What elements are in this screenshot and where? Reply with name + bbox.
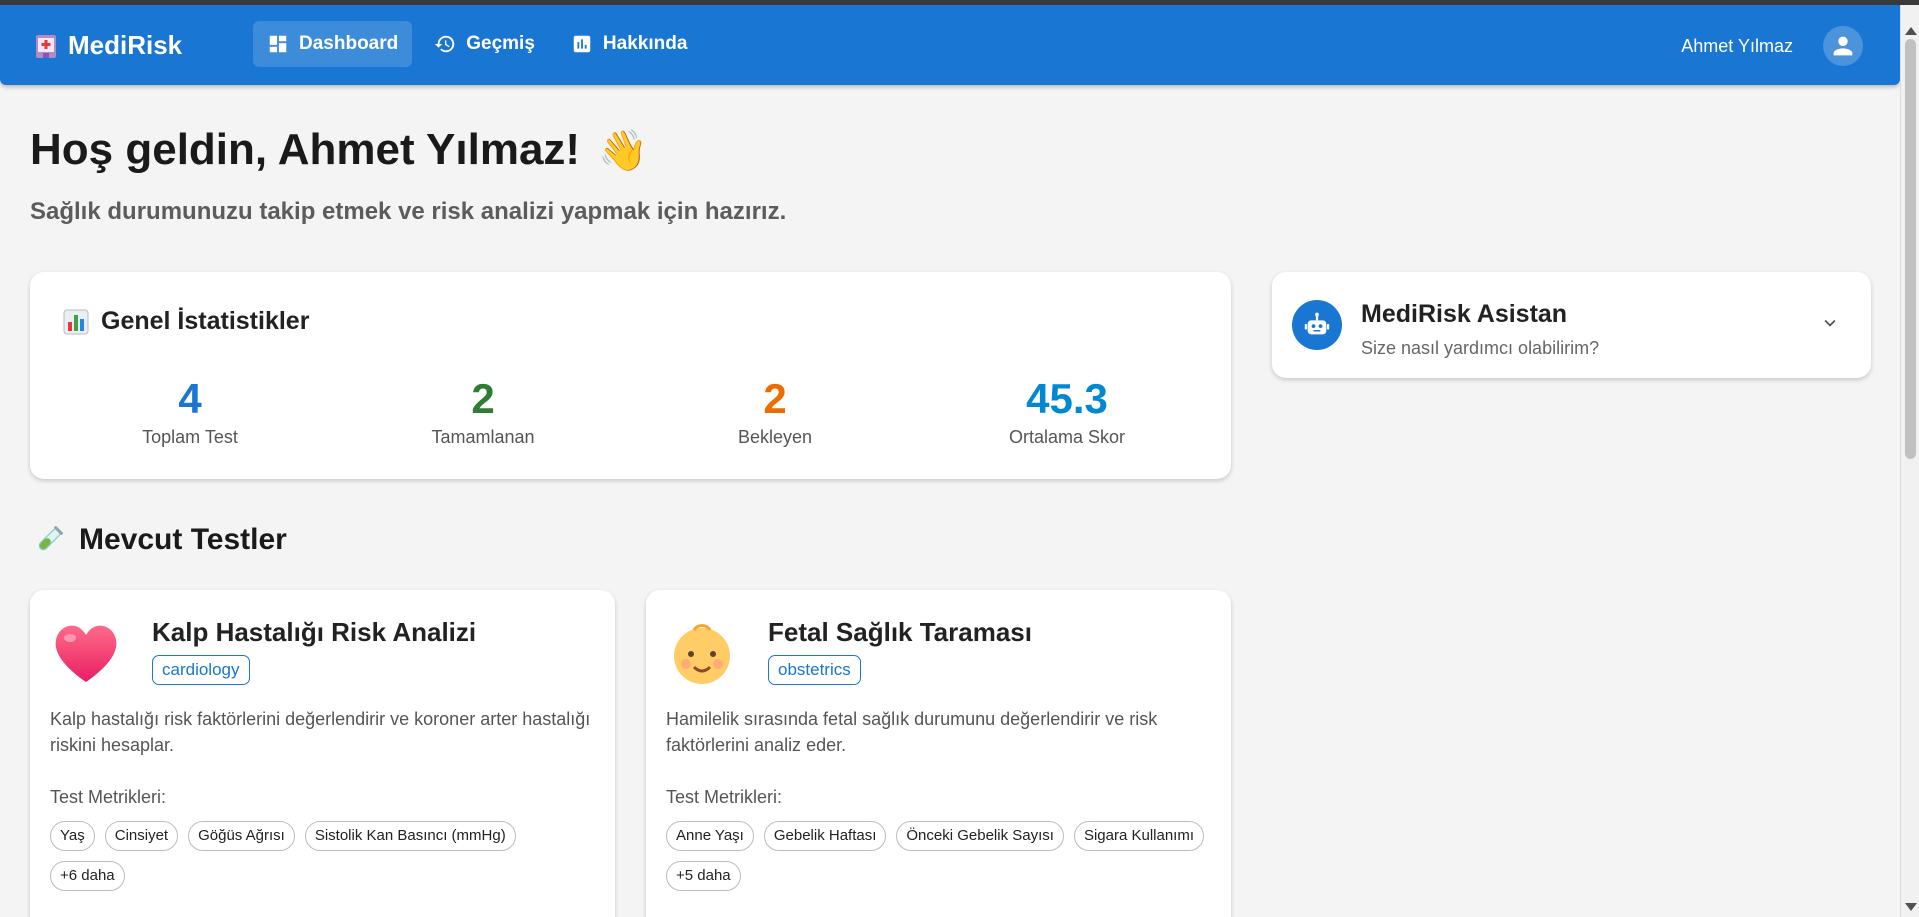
heart-icon bbox=[55, 625, 117, 682]
nav-about-label: Hakkında bbox=[602, 33, 688, 54]
metric-chip: Sistolik Kan Basıncı (mmHg) bbox=[304, 821, 516, 851]
page-title: Hoş geldin, Ahmet Yılmaz! 👋 bbox=[30, 125, 648, 175]
metric-chip: Göğüs Ağrısı bbox=[188, 821, 295, 851]
metric-chip: Sigara Kullanımı bbox=[1073, 821, 1205, 851]
nav-dashboard-label: Dashboard bbox=[299, 33, 399, 54]
assistant-subtitle: Size nasıl yardımcı olabilirim? bbox=[1361, 338, 1600, 358]
metric-chip: Cinsiyet bbox=[104, 821, 179, 851]
stats-card: Genel İstatistikler 4 Toplam Test 2 Tama… bbox=[30, 272, 1231, 479]
scroll-up-icon[interactable] bbox=[1905, 27, 1917, 35]
stat-label: Bekleyen bbox=[737, 427, 813, 447]
stats-header: Genel İstatistikler bbox=[63, 307, 309, 336]
stat-value: 45.3 bbox=[1026, 375, 1108, 422]
metric-chip: Önceki Gebelik Sayısı bbox=[896, 821, 1064, 851]
page-scrollbar[interactable] bbox=[1900, 5, 1919, 917]
test-card-cardiology[interactable]: Kalp Hastalığı Risk Analizi cardiology K… bbox=[30, 590, 615, 917]
stat-completed: 2 Tamamlanan bbox=[353, 375, 613, 448]
test-card-obstetrics[interactable]: Fetal Sağlık Taraması obstetrics Hamilel… bbox=[646, 590, 1231, 917]
app-name: MediRisk bbox=[68, 30, 183, 60]
stat-label: Ortalama Skor bbox=[1008, 427, 1126, 447]
metric-chip: Gebelik Haftası bbox=[763, 821, 887, 851]
app-bar: MediRisk Dashboard Geçmiş Hakkında Ahmet… bbox=[0, 5, 1900, 85]
history-icon bbox=[435, 35, 455, 53]
assistant-title: MediRisk Asistan bbox=[1361, 300, 1568, 328]
category-tag: cardiology bbox=[152, 655, 250, 685]
stat-label: Tamamlanan bbox=[431, 427, 535, 447]
nav-history[interactable]: Geçmiş bbox=[420, 21, 549, 67]
stat-value: 4 bbox=[178, 375, 202, 422]
nav-history-label: Geçmiş bbox=[466, 33, 535, 54]
baby-icon bbox=[674, 624, 730, 684]
robot-icon bbox=[1292, 300, 1342, 350]
chevron-down-icon[interactable] bbox=[1819, 312, 1841, 334]
hospital-icon bbox=[36, 34, 56, 58]
assistant-card[interactable]: MediRisk Asistan Size nasıl yardımcı ola… bbox=[1272, 272, 1871, 378]
stat-label: Toplam Test bbox=[142, 427, 238, 447]
waving-hand-icon: 👋 bbox=[598, 128, 648, 173]
stat-value: 2 bbox=[763, 375, 787, 422]
main-nav: Dashboard Geçmiş Hakkında bbox=[253, 21, 701, 67]
brand[interactable]: MediRisk bbox=[34, 30, 182, 61]
avatar[interactable] bbox=[1823, 26, 1863, 66]
user-menu: Ahmet Yılmaz bbox=[1681, 26, 1863, 66]
category-tag: obstetrics bbox=[768, 655, 861, 685]
metrics-label: Test Metrikleri: bbox=[50, 787, 167, 807]
greeting-text: Hoş geldin, Ahmet Yılmaz! bbox=[30, 125, 581, 174]
test-tube-icon bbox=[38, 525, 64, 551]
dashboard-icon bbox=[269, 35, 287, 53]
tests-section-title: Mevcut Testler bbox=[33, 523, 287, 557]
test-title: Kalp Hastalığı Risk Analizi bbox=[152, 617, 477, 647]
stat-value: 2 bbox=[471, 375, 495, 422]
stat-pending: 2 Bekleyen bbox=[645, 375, 905, 448]
more-metrics-chip[interactable]: +6 daha bbox=[50, 861, 125, 891]
test-title: Fetal Sağlık Taraması bbox=[768, 617, 1032, 647]
more-metrics-chip[interactable]: +5 daha bbox=[666, 861, 741, 891]
account-icon bbox=[1833, 36, 1853, 56]
bar-chart-icon bbox=[573, 35, 591, 53]
metrics-chips: Yaş Cinsiyet Göğüs Ağrısı Sistolik Kan B… bbox=[50, 821, 595, 891]
metric-chip: Anne Yaşı bbox=[666, 821, 754, 851]
nav-about[interactable]: Hakkında bbox=[557, 21, 701, 67]
section-title-text: Mevcut Testler bbox=[79, 523, 287, 556]
scroll-down-icon[interactable] bbox=[1905, 903, 1917, 911]
scrollbar-thumb[interactable] bbox=[1905, 39, 1916, 459]
user-name: Ahmet Yılmaz bbox=[1681, 35, 1793, 56]
test-description: Kalp hastalığı risk faktörlerini değerle… bbox=[50, 709, 591, 755]
page-subtitle: Sağlık durumunuzu takip etmek ve risk an… bbox=[30, 198, 787, 225]
metrics-chips: Anne Yaşı Gebelik Haftası Önceki Gebelik… bbox=[666, 821, 1211, 891]
stat-average: 45.3 Ortalama Skor bbox=[937, 375, 1197, 448]
nav-dashboard[interactable]: Dashboard bbox=[253, 21, 413, 67]
test-description: Hamilelik sırasında fetal sağlık durumun… bbox=[666, 709, 1158, 755]
stats-title: Genel İstatistikler bbox=[101, 307, 310, 335]
metric-chip: Yaş bbox=[50, 821, 95, 851]
page-viewport: MediRisk Dashboard Geçmiş Hakkında Ahmet… bbox=[0, 5, 1900, 917]
stat-total: 4 Toplam Test bbox=[60, 375, 320, 448]
metrics-label: Test Metrikleri: bbox=[666, 787, 783, 807]
bar-chart-emoji-icon bbox=[63, 309, 89, 334]
